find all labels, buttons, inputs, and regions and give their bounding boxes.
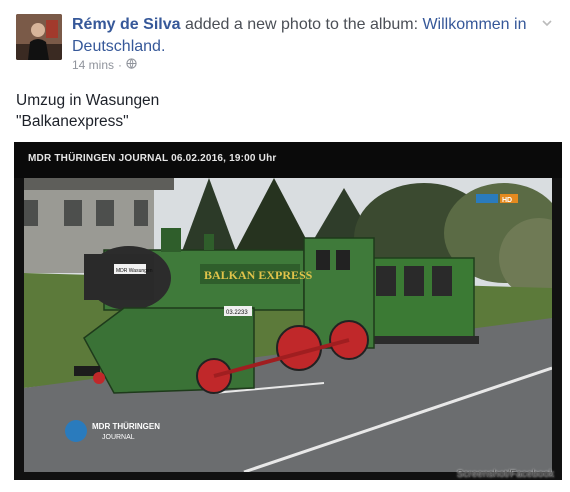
post-caption: Umzug in Wasungen "Balkanexpress"	[16, 90, 159, 132]
locomotive-sign: BALKAN EXPRESS	[204, 268, 313, 282]
author-name[interactable]: Rémy de Silva	[72, 16, 181, 33]
globe-icon	[126, 58, 137, 72]
caption-line-2: "Balkanexpress"	[16, 113, 129, 130]
photo-scene: HD BALKAN EXPRESS MDR Wasungen 03.2233 M…	[24, 178, 562, 474]
tv-banner-text: MDR THÜRINGEN JOURNAL 06.02.2016, 19:00 …	[28, 153, 277, 164]
hd-badge: HD	[502, 197, 512, 204]
small-sign: MDR Wasungen	[116, 268, 153, 274]
post-headline: Rémy de Silva added a new photo to the a…	[72, 14, 542, 58]
photo-credit: Screenshot/Facebook	[456, 469, 554, 480]
post-photo[interactable]: MDR THÜRINGEN JOURNAL 06.02.2016, 19:00 …	[14, 142, 562, 480]
action-text: added a new photo to the album:	[180, 16, 423, 33]
separator-dot: ·	[118, 58, 123, 72]
mdr-logo-line-2: JOURNAL	[102, 434, 135, 441]
post-meta: 14 mins ·	[72, 58, 137, 72]
avatar[interactable]	[16, 14, 62, 60]
caption-line-1: Umzug in Wasungen	[16, 92, 160, 109]
mdr-logo-line-1: MDR THÜRINGEN	[92, 422, 160, 431]
number-plate: 03.2233	[226, 310, 248, 316]
timestamp[interactable]: 14 mins	[72, 58, 114, 72]
tv-banner: MDR THÜRINGEN JOURNAL 06.02.2016, 19:00 …	[14, 142, 562, 178]
post-header: Rémy de Silva added a new photo to the a…	[16, 14, 556, 74]
chevron-down-icon[interactable]	[538, 16, 556, 34]
